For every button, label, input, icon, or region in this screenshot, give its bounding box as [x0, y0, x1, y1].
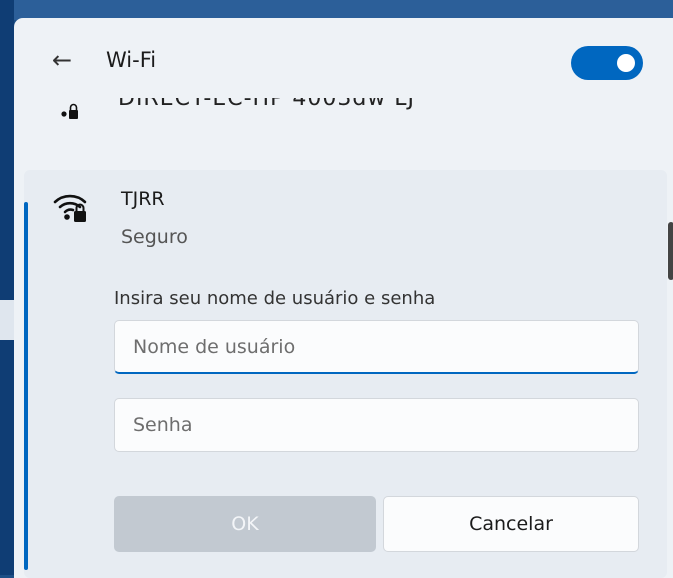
username-input[interactable] [114, 320, 639, 374]
network-name-partial: DIRECT-EC-HP 4003dw LJ [118, 98, 416, 111]
panel-title: Wi-Fi [106, 48, 157, 72]
wifi-lock-icon [53, 194, 87, 222]
credentials-prompt: Insira seu nome de usuário e senha [114, 288, 436, 309]
network-card-selected: TJRR Seguro Insira seu nome de usuário e… [24, 170, 667, 578]
ok-button[interactable]: OK [114, 496, 376, 552]
wifi-quick-settings-panel: ← Wi-Fi DIRECT-EC-HP 4003dw LJ TJRR Segu… [14, 18, 673, 578]
desktop-background-left [0, 0, 14, 575]
selection-indicator [24, 202, 28, 570]
network-security-status: Seguro [121, 226, 188, 248]
desktop-window-edge [0, 300, 14, 340]
wifi-toggle[interactable] [571, 46, 643, 80]
toggle-knob [617, 54, 635, 72]
network-name: TJRR [121, 188, 165, 210]
password-input[interactable] [114, 398, 639, 452]
back-button[interactable]: ← [48, 46, 76, 74]
network-list-item-partial[interactable]: DIRECT-EC-HP 4003dw LJ [14, 98, 673, 126]
cancel-button[interactable]: Cancelar [383, 496, 639, 552]
scrollbar-thumb[interactable] [668, 222, 673, 280]
wifi-lock-icon [61, 103, 78, 119]
desktop-background [0, 0, 673, 20]
arrow-left-icon: ← [51, 46, 73, 74]
panel-header: ← Wi-Fi [14, 18, 673, 108]
